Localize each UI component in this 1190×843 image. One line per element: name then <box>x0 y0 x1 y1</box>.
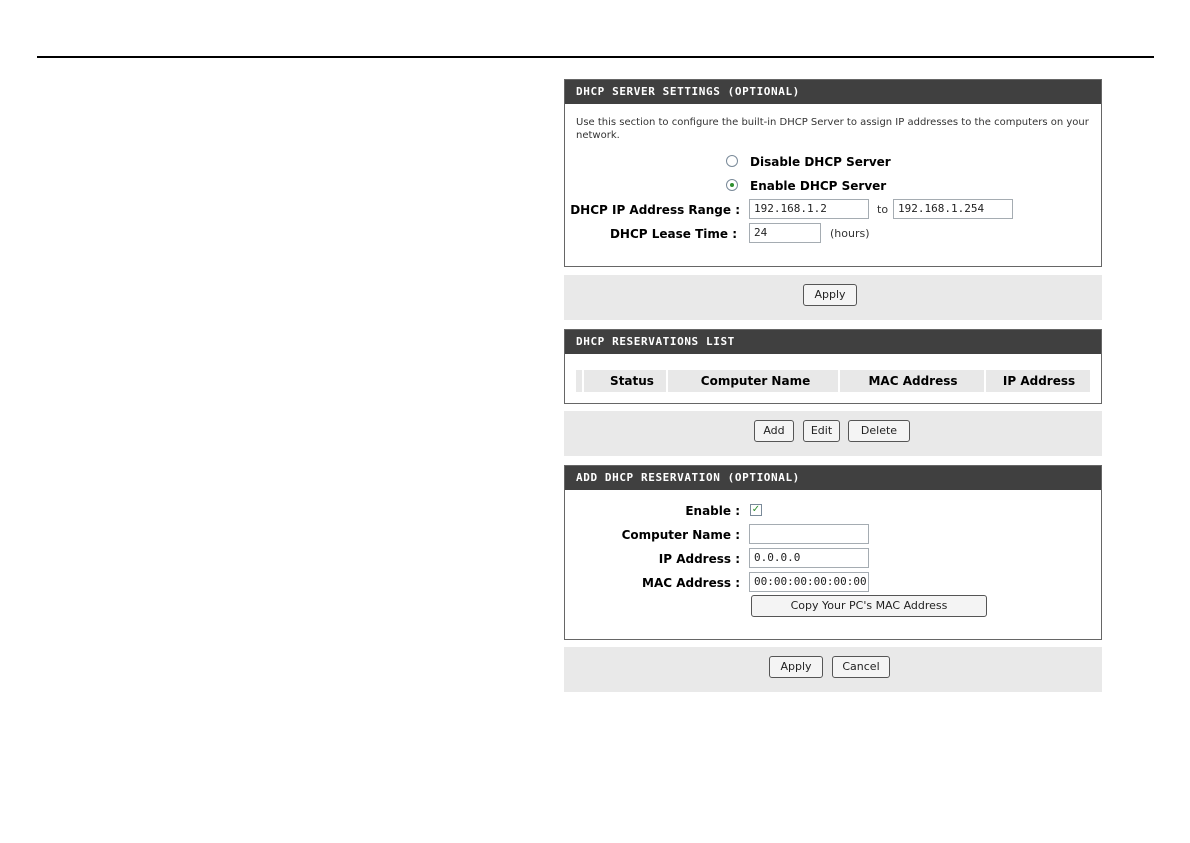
add-dhcp-reservation-panel: ADD DHCP RESERVATION (OPTIONAL) Enable :… <box>564 465 1102 640</box>
add-reservation-button-bar: Apply Cancel <box>564 647 1102 692</box>
dhcp-server-settings-title: DHCP SERVER SETTINGS (OPTIONAL) <box>565 80 1101 104</box>
dhcp-settings-content: DHCP SERVER SETTINGS (OPTIONAL) Use this… <box>564 79 1102 692</box>
dhcp-range-start-input[interactable]: 192.168.1.2 <box>749 199 869 219</box>
copy-mac-row: Copy Your PC's MAC Address <box>565 595 1101 619</box>
disable-dhcp-radio[interactable] <box>726 155 738 167</box>
dhcp-range-end-input[interactable]: 192.168.1.254 <box>893 199 1013 219</box>
dhcp-range-label: DHCP IP Address Range : <box>570 203 740 217</box>
copy-pc-mac-button[interactable]: Copy Your PC's MAC Address <box>751 595 987 617</box>
column-header-computer-name: Computer Name <box>700 374 811 388</box>
disable-dhcp-label: Disable DHCP Server <box>750 155 891 169</box>
reservation-ip-input[interactable]: 0.0.0.0 <box>749 548 869 568</box>
reservation-mac-label: MAC Address : <box>642 576 740 590</box>
dhcp-lease-row: DHCP Lease Time : 24 (hours) <box>565 222 1101 246</box>
add-reservation-cancel-button[interactable]: Cancel <box>832 656 890 678</box>
column-header-ip-address: IP Address <box>1002 374 1076 388</box>
reservation-enable-row: Enable : ✓ <box>565 499 1101 523</box>
reservation-ip-label: IP Address : <box>658 552 740 566</box>
reservations-button-bar: Add Edit Delete <box>564 411 1102 456</box>
dhcp-server-button-bar: Apply <box>564 275 1102 320</box>
dhcp-reservations-title: DHCP RESERVATIONS LIST <box>565 330 1101 354</box>
dhcp-lease-input[interactable]: 24 <box>749 223 821 243</box>
column-header-mac-address: MAC Address <box>868 374 958 388</box>
enable-dhcp-row: Enable DHCP Server <box>565 174 1101 198</box>
add-dhcp-reservation-title: ADD DHCP RESERVATION (OPTIONAL) <box>565 466 1101 490</box>
page-divider <box>37 56 1154 58</box>
reservation-mac-input[interactable]: 00:00:00:00:00:00 <box>749 572 869 592</box>
dhcp-server-settings-panel: DHCP SERVER SETTINGS (OPTIONAL) Use this… <box>564 79 1102 267</box>
computer-name-label: Computer Name : <box>621 528 740 542</box>
disable-dhcp-row: Disable DHCP Server <box>565 150 1101 174</box>
reservation-ip-row: IP Address : 0.0.0.0 <box>565 547 1101 571</box>
computer-name-input[interactable] <box>749 524 869 544</box>
dhcp-lease-unit: (hours) <box>830 227 870 240</box>
dhcp-reservations-panel: DHCP RESERVATIONS LIST Status Computer N… <box>564 329 1102 404</box>
reservation-enable-label: Enable : <box>685 504 740 518</box>
enable-dhcp-label: Enable DHCP Server <box>750 179 887 193</box>
dhcp-server-apply-button[interactable]: Apply <box>803 284 857 306</box>
reservations-table-header: Status Computer Name MAC Address IP Addr… <box>576 370 1090 392</box>
add-reservation-button[interactable]: Add <box>754 420 794 442</box>
edit-reservation-button[interactable]: Edit <box>803 420 840 442</box>
reservation-enable-checkbox[interactable]: ✓ <box>750 504 762 516</box>
computer-name-row: Computer Name : <box>565 523 1101 547</box>
enable-dhcp-radio[interactable] <box>726 179 738 191</box>
dhcp-range-to-label: to <box>877 203 889 216</box>
reservation-mac-row: MAC Address : 00:00:00:00:00:00 <box>565 571 1101 595</box>
delete-reservation-button[interactable]: Delete <box>848 420 910 442</box>
add-reservation-apply-button[interactable]: Apply <box>769 656 823 678</box>
dhcp-range-row: DHCP IP Address Range : 192.168.1.2 to 1… <box>565 198 1101 222</box>
dhcp-lease-label: DHCP Lease Time : <box>609 227 737 241</box>
dhcp-server-description: Use this section to configure the built-… <box>576 117 1089 141</box>
